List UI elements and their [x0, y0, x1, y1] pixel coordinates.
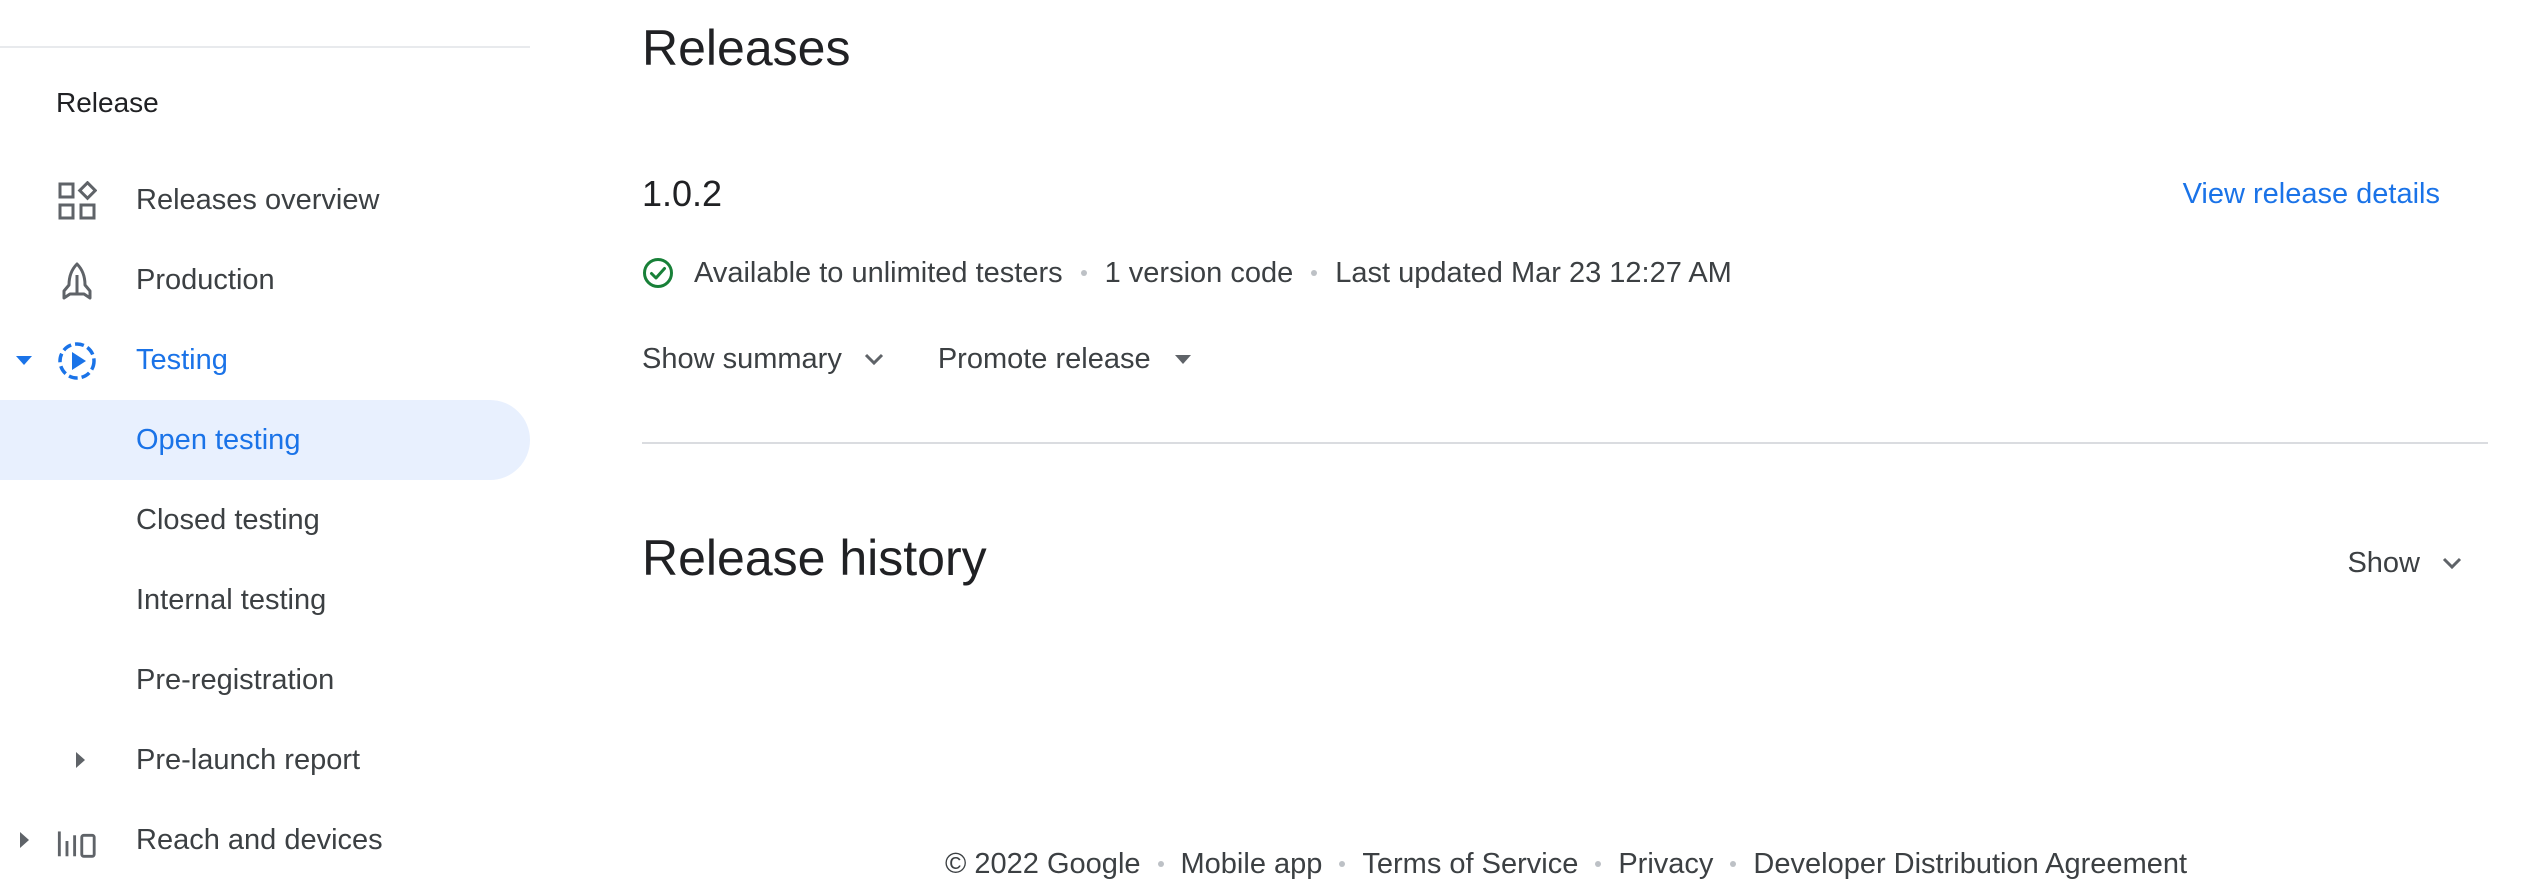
sidebar-item-internal-testing[interactable]: Internal testing — [0, 560, 530, 640]
sidebar-item-production[interactable]: Production — [0, 240, 530, 320]
sidebar-section-heading: Release — [56, 87, 159, 118]
section-divider — [642, 442, 2488, 444]
sidebar-item-label: Internal testing — [136, 584, 327, 616]
separator-dot — [1311, 270, 1318, 276]
view-release-details-link[interactable]: View release details — [2183, 176, 2440, 212]
release-history-title: Release history — [642, 530, 987, 586]
sidebar-item-pre-launch-report[interactable]: Pre-launch report — [0, 720, 530, 800]
separator-dot — [1595, 861, 1602, 867]
footer-link-mobile-app[interactable]: Mobile app — [1181, 846, 1323, 882]
release-history-show-label: Show — [2347, 547, 2420, 579]
footer-link-privacy[interactable]: Privacy — [1618, 846, 1713, 882]
sidebar-item-label: Reach and devices — [136, 824, 383, 856]
release-last-updated: Last updated Mar 23 12:27 AM — [1335, 257, 1732, 289]
sidebar-item-label: Closed testing — [136, 504, 320, 536]
footer-link-terms-of-service[interactable]: Terms of Service — [1362, 846, 1578, 882]
sidebar-item-pre-registration[interactable]: Pre-registration — [0, 640, 530, 720]
sidebar-item-label: Pre-launch report — [136, 744, 361, 776]
caret-down-icon[interactable] — [12, 348, 36, 372]
separator-dot — [1157, 861, 1164, 867]
promote-release-label: Promote release — [937, 343, 1151, 375]
separator-dot — [1339, 861, 1346, 867]
sidebar-item-releases-overview[interactable]: Releases overview — [0, 160, 530, 240]
sidebar: Release Releases overview Production Tes… — [0, 0, 530, 884]
footer-copyright: © 2022 Google — [945, 848, 1141, 880]
release-actions: Show summary Promote release — [642, 340, 1197, 378]
bar-chart-device-icon — [56, 820, 98, 862]
show-summary-button[interactable]: Show summary — [642, 341, 888, 377]
release-version-codes: 1 version code — [1104, 257, 1294, 289]
sidebar-item-label: Releases overview — [136, 184, 380, 216]
release-status-row: Available to unlimited testers 1 version… — [642, 255, 1732, 291]
separator-dot — [1080, 270, 1087, 276]
release-version: 1.0.2 — [642, 173, 723, 214]
rocket-icon — [56, 260, 98, 302]
page-title: Releases — [642, 20, 851, 76]
check-circle-icon — [642, 257, 674, 289]
sidebar-item-reach-and-devices[interactable]: Reach and devices — [0, 800, 530, 880]
sidebar-item-label: Open testing — [136, 424, 301, 456]
separator-dot — [1730, 861, 1737, 867]
app-root: Release Releases overview Production Tes… — [0, 0, 2530, 884]
sidebar-item-label: Pre-registration — [136, 664, 335, 696]
main-content: Releases 1.0.2 View release details Avai… — [642, 0, 2488, 884]
show-summary-label: Show summary — [642, 343, 842, 375]
chevron-down-icon — [2438, 549, 2466, 577]
caret-right-icon[interactable] — [12, 828, 36, 852]
promote-release-button[interactable]: Promote release — [938, 341, 1197, 377]
dashboard-icon — [56, 180, 98, 222]
sidebar-item-open-testing[interactable]: Open testing — [0, 400, 530, 480]
sidebar-item-closed-testing[interactable]: Closed testing — [0, 480, 530, 560]
caret-right-icon[interactable] — [68, 748, 92, 772]
testing-play-icon — [56, 340, 98, 382]
sidebar-item-label: Testing — [136, 344, 228, 376]
chevron-down-icon — [860, 345, 888, 373]
footer: © 2022 Google Mobile app Terms of Servic… — [945, 846, 2187, 882]
footer-link-developer-distribution-agreement[interactable]: Developer Distribution Agreement — [1753, 846, 2187, 882]
sidebar-item-testing[interactable]: Testing — [0, 320, 530, 400]
release-availability: Available to unlimited testers — [694, 257, 1063, 289]
release-history-show-button[interactable]: Show — [2347, 545, 2466, 581]
caret-down-icon — [1169, 345, 1197, 373]
sidebar-item-label: Production — [136, 264, 275, 296]
sidebar-divider — [0, 46, 530, 48]
